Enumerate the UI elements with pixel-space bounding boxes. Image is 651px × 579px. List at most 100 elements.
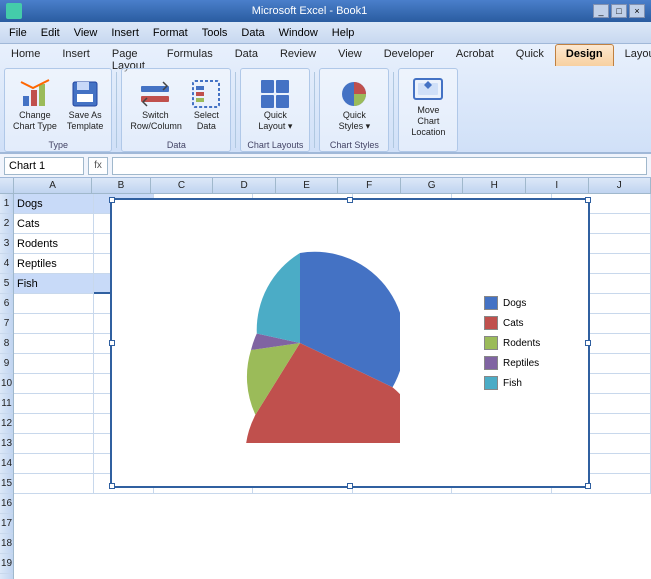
legend-label-fish: Fish: [503, 378, 522, 389]
menu-bar: File Edit View Insert Format Tools Data …: [0, 22, 651, 44]
cell-a13[interactable]: [14, 434, 94, 454]
row-num-9: 9: [0, 354, 13, 374]
row-num-16: 16: [0, 494, 13, 514]
formula-bar: fx: [0, 154, 651, 178]
cell-a8[interactable]: [14, 334, 94, 354]
chart-styles-group-label: Chart Styles: [320, 140, 388, 150]
cell-a12[interactable]: [14, 414, 94, 434]
ribbon-group-chart-layouts: QuickLayout ▾ Chart Layouts: [240, 68, 310, 152]
tab-quick[interactable]: Quick: [505, 44, 555, 66]
chart-handle-tl[interactable]: [109, 197, 115, 203]
cell-a14[interactable]: [14, 454, 94, 474]
tab-page-layout[interactable]: Page Layout: [101, 44, 156, 66]
cell-a15[interactable]: [14, 474, 94, 494]
cell-a9[interactable]: [14, 354, 94, 374]
tab-home[interactable]: Home: [0, 44, 51, 66]
move-chart-location-button[interactable]: MoveChartLocation: [407, 71, 449, 139]
save-as-template-button[interactable]: Save AsTemplate: [63, 76, 108, 134]
app-icon: [6, 3, 22, 19]
legend-color-cats: [484, 316, 498, 330]
menu-tools[interactable]: Tools: [195, 25, 235, 41]
row-num-3: 3: [0, 234, 13, 254]
cell-a3[interactable]: Rodents: [14, 234, 94, 254]
move-chart-buttons: MoveChartLocation: [403, 71, 453, 151]
tab-developer[interactable]: Developer: [373, 44, 445, 66]
row-num-15: 15: [0, 474, 13, 494]
chart-handle-bl[interactable]: [109, 483, 115, 489]
move-chart-location-label: MoveChartLocation: [411, 105, 445, 137]
cell-a1[interactable]: Dogs: [14, 194, 94, 214]
chart-handle-bm[interactable]: [347, 483, 353, 489]
cell-a5[interactable]: Fish: [14, 274, 94, 294]
tab-view[interactable]: View: [327, 44, 373, 66]
cell-a6[interactable]: [14, 294, 94, 314]
legend-color-dogs: [484, 296, 498, 310]
cell-a10[interactable]: [14, 374, 94, 394]
legend-item-reptiles: Reptiles: [484, 356, 576, 370]
formula-function-icon[interactable]: fx: [88, 157, 108, 175]
select-data-button[interactable]: SelectData: [186, 76, 226, 134]
legend-label-cats: Cats: [503, 318, 524, 329]
cell-a11[interactable]: [14, 394, 94, 414]
spreadsheet: A B C D E F G H I J 1 2 3 4 5 6 7 8 9 10…: [0, 178, 651, 579]
cell-a2[interactable]: Cats: [14, 214, 94, 234]
menu-edit[interactable]: Edit: [34, 25, 67, 41]
name-box[interactable]: [4, 157, 84, 175]
menu-insert[interactable]: Insert: [104, 25, 146, 41]
row-num-10: 10: [0, 374, 13, 394]
tab-acrobat[interactable]: Acrobat: [445, 44, 505, 66]
menu-data[interactable]: Data: [234, 25, 271, 41]
chart-handle-tr[interactable]: [585, 197, 591, 203]
switch-row-column-button[interactable]: SwitchRow/Column: [126, 76, 184, 134]
chart-handle-mr[interactable]: [585, 340, 591, 346]
col-header-j: J: [589, 178, 651, 193]
sheet-body: 1 2 3 4 5 6 7 8 9 10 11 12 13 14 15 16 1…: [0, 194, 651, 579]
minimize-button[interactable]: _: [593, 4, 609, 18]
tab-review[interactable]: Review: [269, 44, 327, 66]
chart-layouts-group-label: Chart Layouts: [241, 140, 309, 150]
chart-styles-buttons: QuickStyles ▾: [324, 71, 384, 151]
quick-styles-button[interactable]: QuickStyles ▾: [334, 76, 374, 134]
col-header-i: I: [526, 178, 589, 193]
row-num-6: 6: [0, 294, 13, 314]
quick-layout-button[interactable]: QuickLayout ▾: [254, 76, 296, 134]
tab-insert[interactable]: Insert: [51, 44, 101, 66]
legend-item-fish: Fish: [484, 376, 576, 390]
cell-a4[interactable]: Reptiles: [14, 254, 94, 274]
cell-a7[interactable]: [14, 314, 94, 334]
formula-input[interactable]: [112, 157, 647, 175]
change-chart-type-button[interactable]: ChangeChart Type: [9, 76, 61, 134]
col-header-b: B: [92, 178, 151, 193]
menu-view[interactable]: View: [67, 25, 105, 41]
legend-color-reptiles: [484, 356, 498, 370]
chart-handle-br[interactable]: [585, 483, 591, 489]
menu-format[interactable]: Format: [146, 25, 195, 41]
corner-header: [0, 178, 14, 193]
chart-handle-ml[interactable]: [109, 340, 115, 346]
menu-window[interactable]: Window: [272, 25, 325, 41]
chart-container[interactable]: Dogs Cats Rodents: [110, 198, 590, 488]
ribbon: Home Insert Page Layout Formulas Data Re…: [0, 44, 651, 154]
legend-label-reptiles: Reptiles: [503, 358, 539, 369]
col-header-f: F: [338, 178, 401, 193]
ribbon-group-chart-styles: QuickStyles ▾ Chart Styles: [319, 68, 389, 152]
tab-formulas[interactable]: Formulas: [156, 44, 224, 66]
tab-layout[interactable]: Layout: [614, 44, 651, 66]
save-template-icon: [69, 78, 101, 110]
col-header-g: G: [401, 178, 464, 193]
chart-body: Dogs Cats Rodents: [120, 208, 580, 478]
tab-design[interactable]: Design: [555, 44, 614, 66]
legend-label-rodents: Rodents: [503, 338, 540, 349]
maximize-button[interactable]: □: [611, 4, 627, 18]
title-bar-controls[interactable]: _ □ ×: [593, 4, 645, 18]
pie-area: [120, 208, 480, 478]
pie-segment-fish[interactable]: [257, 253, 300, 343]
menu-help[interactable]: Help: [325, 25, 362, 41]
menu-file[interactable]: File: [2, 25, 34, 41]
chart-handle-tm[interactable]: [347, 197, 353, 203]
tab-data[interactable]: Data: [224, 44, 269, 66]
close-button[interactable]: ×: [629, 4, 645, 18]
col-header-h: H: [463, 178, 526, 193]
row-num-1: 1: [0, 194, 13, 214]
save-as-template-label: Save AsTemplate: [67, 110, 104, 132]
